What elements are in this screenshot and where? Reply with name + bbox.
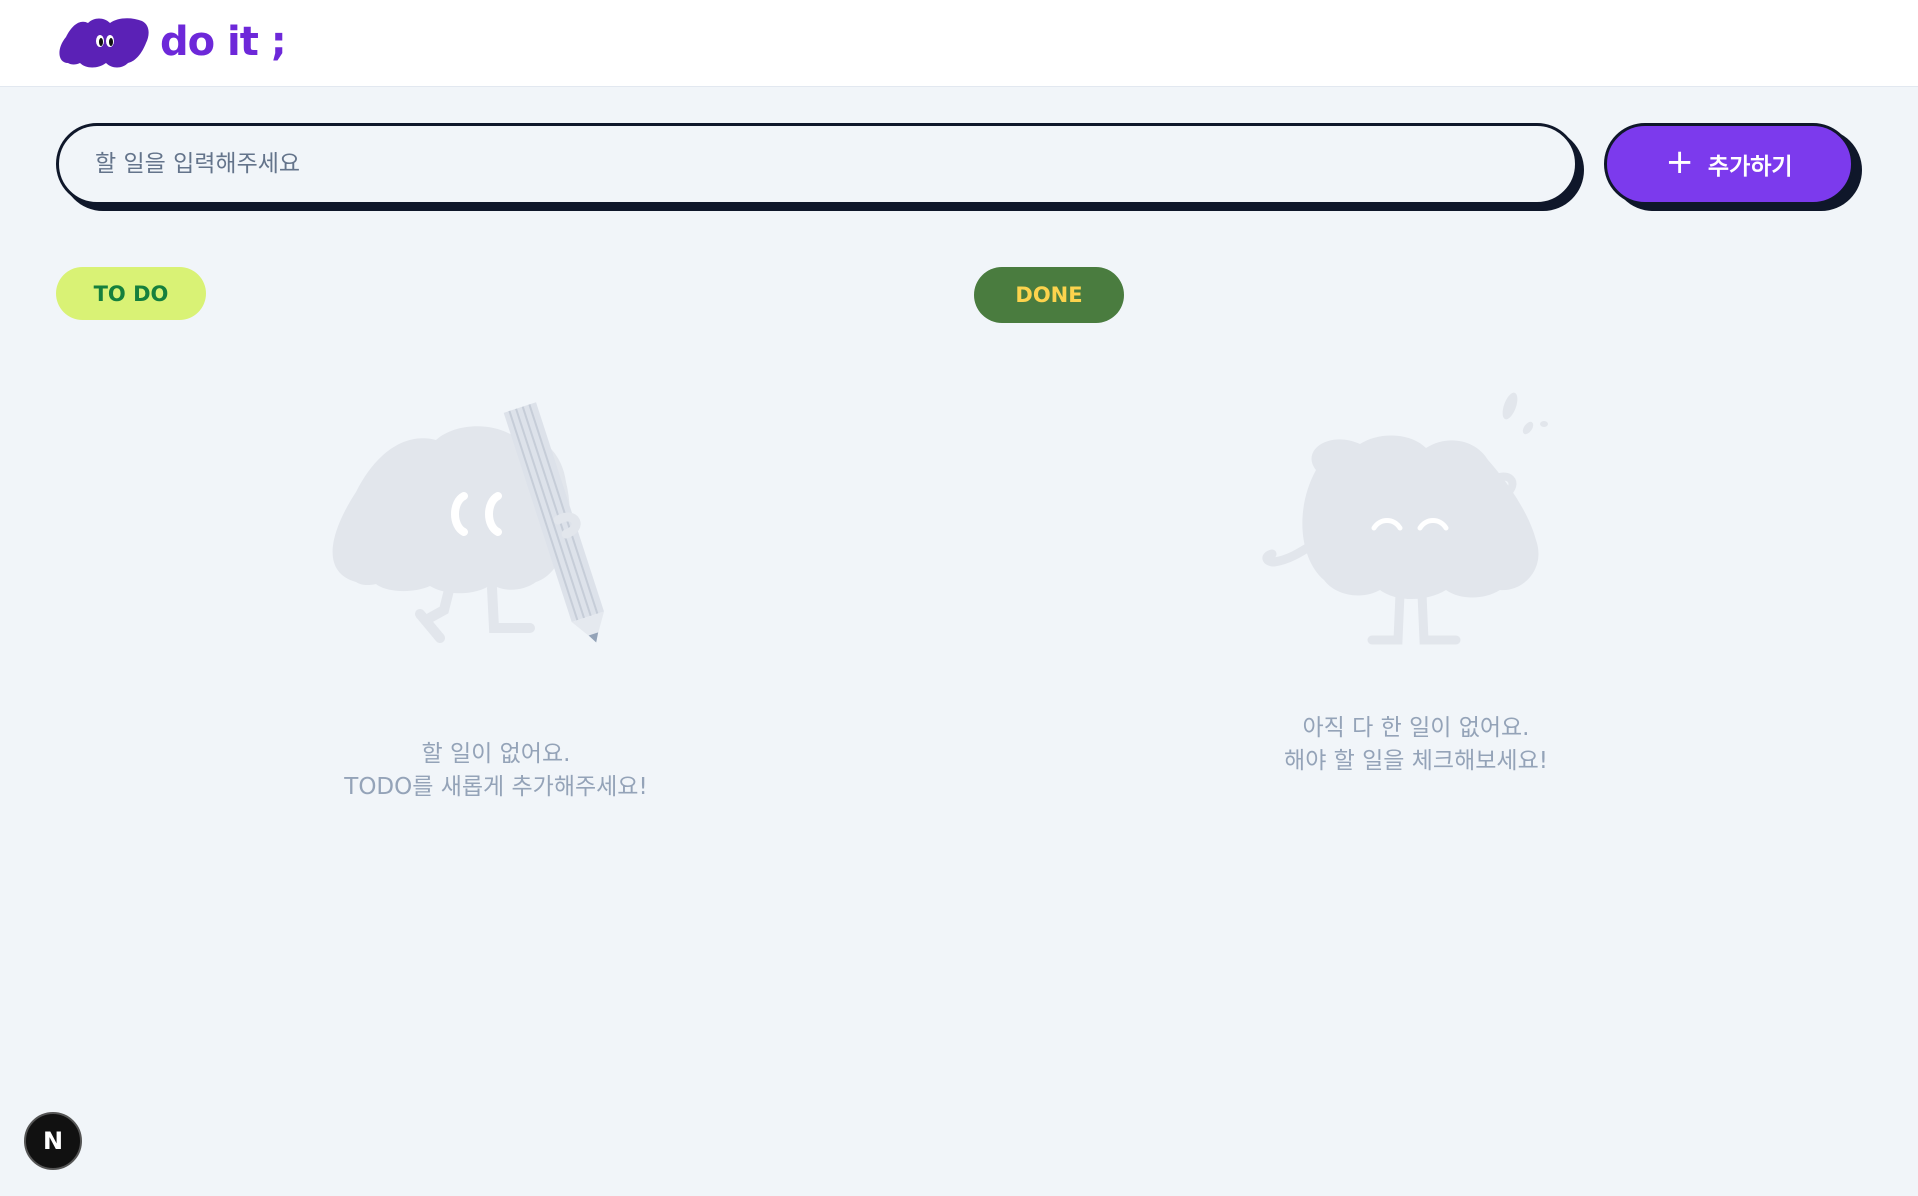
empty-todo-illustration	[332, 402, 605, 643]
todo-input[interactable]	[56, 123, 1578, 205]
nextjs-dev-badge[interactable]: N	[24, 1112, 82, 1170]
todo-section-label: TO DO	[56, 267, 206, 320]
todo-empty-line1: 할 일이 없어요.	[421, 741, 571, 767]
plus-icon: +	[1665, 142, 1694, 182]
add-button-group: + 추가하기	[1604, 123, 1862, 213]
done-section-label: DONE	[974, 267, 1124, 323]
add-button-label: 추가하기	[1707, 154, 1793, 180]
empty-done-illustration	[1262, 392, 1548, 645]
done-empty-message: 아직 다 한 일이 없어요. 해야 할 일을 체크해보세요!	[1216, 712, 1616, 778]
cloud-logo-icon	[59, 18, 149, 68]
logo[interactable]: do it ;	[58, 14, 287, 70]
done-empty-line2: 해야 할 일을 체크해보세요!	[1284, 748, 1548, 774]
nextjs-logo-icon: N	[42, 1127, 64, 1155]
done-empty-line1: 아직 다 한 일이 없어요.	[1302, 715, 1530, 741]
todo-empty-message: 할 일이 없어요. TODO를 새롭게 추가해주세요!	[296, 738, 696, 804]
add-button[interactable]: + 추가하기	[1604, 123, 1854, 205]
todo-input-group	[56, 123, 1586, 211]
app-header: do it ;	[0, 0, 1918, 87]
todo-empty-line2: TODO를 새롭게 추가해주세요!	[344, 774, 648, 800]
logo-text: do it ;	[160, 19, 287, 65]
